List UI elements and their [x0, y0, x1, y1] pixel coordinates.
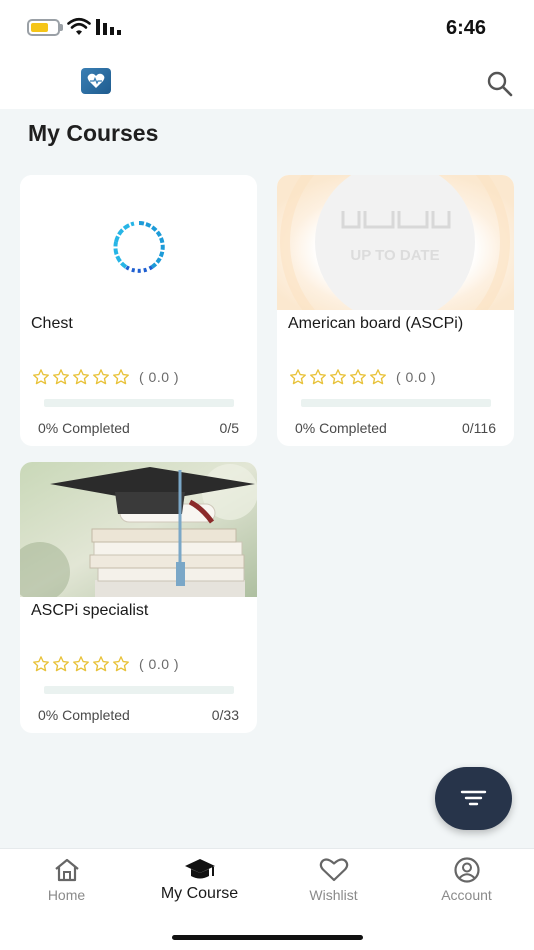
course-thumbnail: UP TO DATE — [277, 175, 514, 310]
course-card-american-board[interactable]: UP TO DATE American board (ASCPi) ( 0.0 … — [277, 175, 514, 446]
completed-label: 0% Completed — [295, 420, 387, 436]
page-title: My Courses — [28, 120, 159, 146]
search-icon[interactable] — [484, 68, 516, 100]
wifi-icon — [67, 17, 91, 35]
battery-icon — [27, 19, 60, 36]
heart-icon — [319, 858, 348, 882]
home-icon — [54, 858, 79, 882]
course-card-chest[interactable]: Chest ( 0.0 ) 0% Completed 0/5 — [20, 175, 257, 446]
star-icon — [53, 369, 69, 385]
filter-icon — [460, 790, 487, 806]
star-icon — [73, 369, 89, 385]
rating-stars — [289, 368, 387, 386]
app-header — [0, 56, 534, 109]
star-icon — [113, 656, 129, 672]
home-indicator — [172, 935, 363, 940]
completed-label: 0% Completed — [38, 420, 130, 436]
svg-text:UP TO DATE: UP TO DATE — [350, 247, 439, 264]
star-icon — [113, 369, 129, 385]
nav-home[interactable]: Home — [0, 857, 133, 917]
status-time: 6:46 — [445, 17, 486, 39]
star-icon — [93, 369, 109, 385]
star-icon — [33, 369, 49, 385]
star-icon — [93, 656, 109, 672]
star-icon — [73, 656, 89, 672]
loading-spinner — [113, 221, 165, 273]
course-title: Chest — [31, 315, 73, 332]
nav-label-account: Account — [441, 887, 492, 903]
status-bar: 6:46 — [0, 0, 534, 56]
filter-button[interactable] — [435, 767, 512, 830]
heart-logo-icon[interactable] — [81, 68, 111, 94]
star-icon — [350, 369, 366, 385]
star-icon — [290, 369, 306, 385]
rating-value: ( 0.0 ) — [139, 656, 180, 672]
rating-value: ( 0.0 ) — [396, 369, 437, 385]
up-to-date-logo: UP TO DATE — [277, 175, 514, 310]
course-thumbnail — [20, 175, 257, 310]
star-icon — [53, 656, 69, 672]
rating-stars — [32, 368, 130, 386]
lesson-count: 0/33 — [211, 707, 239, 723]
completed-label: 0% Completed — [38, 707, 130, 723]
account-icon — [453, 857, 480, 883]
graduation-cap-icon — [184, 859, 215, 879]
nav-label-my-course: My Course — [160, 885, 239, 902]
nav-label-wishlist: Wishlist — [309, 887, 358, 903]
nav-wishlist[interactable]: Wishlist — [267, 857, 400, 917]
star-icon — [310, 369, 326, 385]
course-card-ascpi-specialist[interactable]: ASCPi specialist ( 0.0 ) 0% Completed 0/… — [20, 462, 257, 733]
progress-bar — [44, 686, 234, 694]
signal-icon — [96, 19, 121, 35]
nav-account[interactable]: Account — [400, 857, 533, 917]
lesson-count: 0/5 — [219, 420, 239, 436]
nav-label-home: Home — [47, 887, 86, 903]
star-icon — [330, 369, 346, 385]
course-title: American board (ASCPi) — [288, 315, 464, 332]
lesson-count: 0/116 — [462, 420, 496, 436]
nav-my-course[interactable]: My Course — [133, 857, 266, 917]
course-thumbnail — [20, 462, 257, 597]
progress-bar — [301, 399, 491, 407]
star-icon — [33, 656, 49, 672]
progress-bar — [44, 399, 234, 407]
rating-stars — [32, 655, 130, 673]
star-icon — [370, 369, 386, 385]
rating-value: ( 0.0 ) — [139, 369, 180, 385]
course-title: ASCPi specialist — [31, 602, 149, 619]
graduation-books-image — [20, 462, 257, 597]
